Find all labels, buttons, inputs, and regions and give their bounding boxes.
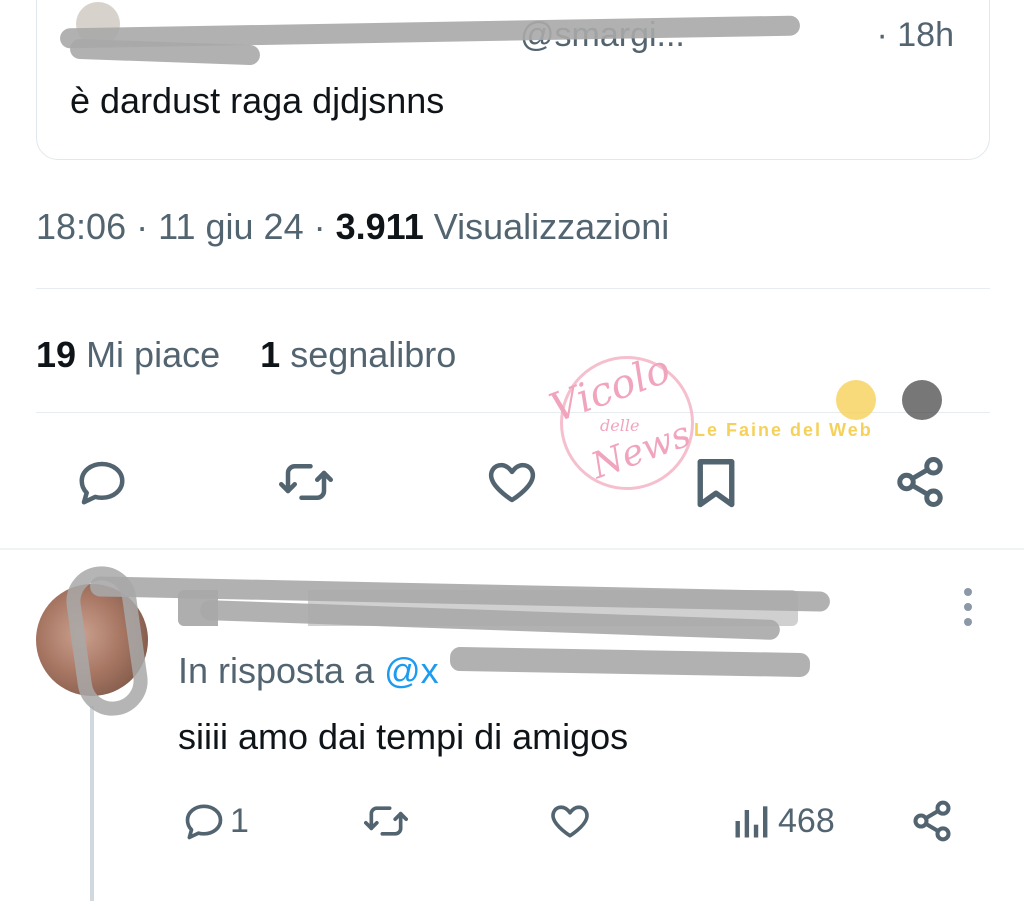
reply-reply-button[interactable]: 1 — [182, 796, 249, 846]
retweet-icon — [279, 464, 333, 500]
like-button[interactable] — [482, 452, 542, 512]
views-label: Visualizzazioni — [433, 206, 670, 247]
tweet-date[interactable]: 11 giu 24 — [158, 206, 303, 247]
like-icon — [488, 462, 536, 503]
reply-icon — [79, 461, 125, 505]
share-icon — [913, 800, 951, 842]
like-icon — [551, 805, 589, 838]
meta-separator: · — [313, 206, 326, 247]
tweet-meta: 18:06 · 11 giu 24 · 3.911 Visualizzazion… — [36, 206, 669, 248]
meta-separator: · — [136, 206, 149, 247]
retweet-button[interactable] — [276, 452, 336, 512]
watermark-figure-icon — [902, 380, 942, 420]
in-reply-to: In risposta a @x — [178, 650, 439, 692]
reply-icon — [185, 804, 223, 840]
watermark-figure-icon — [836, 380, 876, 420]
bookmarks-stat[interactable]: 1 segnalibro — [260, 334, 456, 375]
more-options-icon[interactable] — [958, 584, 978, 634]
reply-button[interactable] — [72, 452, 132, 512]
bookmark-icon — [697, 459, 735, 508]
retweet-icon — [364, 806, 408, 836]
section-separator — [0, 548, 1024, 550]
share-icon — [897, 457, 943, 507]
share-button[interactable] — [890, 452, 950, 512]
reply-share-button[interactable] — [910, 796, 954, 846]
reply-views-button[interactable]: 468 — [730, 796, 835, 846]
bookmarks-count: 1 — [260, 334, 281, 375]
views-count: 3.911 — [335, 206, 424, 247]
in-reply-to-prefix: In risposta a — [178, 650, 375, 691]
quoted-tweet-time: · 18h — [876, 16, 955, 54]
divider — [36, 288, 990, 289]
likes-label: Mi piace — [86, 334, 221, 375]
views-count: 468 — [778, 801, 835, 840]
reply-count: 1 — [230, 801, 249, 840]
redaction-mark — [449, 646, 811, 678]
tweet-stats: 19 Mi piace 1 segnalibro — [36, 334, 456, 376]
analytics-icon — [735, 806, 768, 838]
watermark-text: Le Faine del Web — [694, 420, 873, 440]
reply-like-button[interactable] — [548, 796, 592, 846]
reply-mention-link[interactable]: @x — [384, 650, 439, 691]
tweet-time[interactable]: 18:06 — [36, 206, 126, 247]
likes-count: 19 — [36, 334, 77, 375]
thread-line — [90, 706, 94, 901]
quoted-tweet-text: è dardust raga djdjsnns — [70, 80, 445, 121]
reply-retweet-button[interactable] — [364, 796, 408, 846]
likes-stat[interactable]: 19 Mi piace — [36, 334, 220, 375]
reply-text: siiii amo dai tempi di amigos — [178, 716, 629, 757]
bookmark-button[interactable] — [686, 452, 746, 512]
bookmarks-label: segnalibro — [290, 334, 457, 375]
